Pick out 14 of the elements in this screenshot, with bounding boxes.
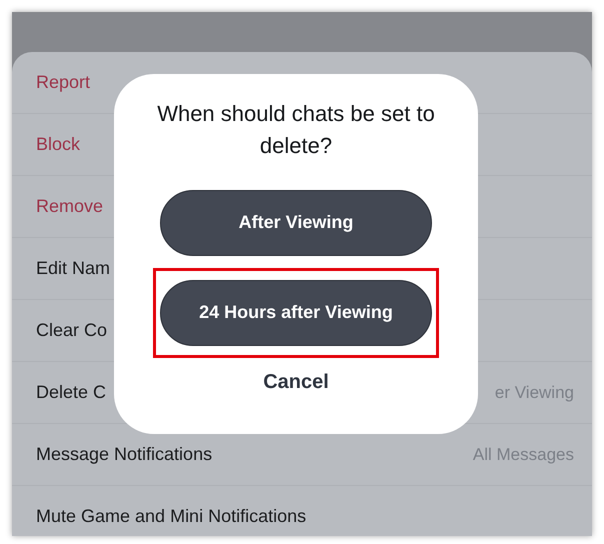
setting-value: er Viewing xyxy=(494,382,574,404)
menu-item[interactable]: Remove xyxy=(36,193,104,220)
dialog-title: When should chats be set to delete? xyxy=(156,100,436,160)
menu-item[interactable]: Block xyxy=(36,131,80,158)
setting-value: All Messages xyxy=(472,444,574,466)
option-button[interactable]: After Viewing xyxy=(160,190,432,256)
menu-item[interactable]: Message Notifications xyxy=(36,441,212,468)
menu-item[interactable]: Edit Nam xyxy=(36,255,110,282)
cancel-button[interactable]: Cancel xyxy=(257,366,335,398)
menu-item[interactable]: Mute Game and Mini Notifications xyxy=(36,503,306,530)
menu-item[interactable]: Report xyxy=(36,69,90,96)
menu-item[interactable]: Delete C xyxy=(36,379,106,406)
option-button[interactable]: 24 Hours after Viewing xyxy=(160,280,432,346)
menu-item[interactable]: Clear Co xyxy=(36,317,108,344)
